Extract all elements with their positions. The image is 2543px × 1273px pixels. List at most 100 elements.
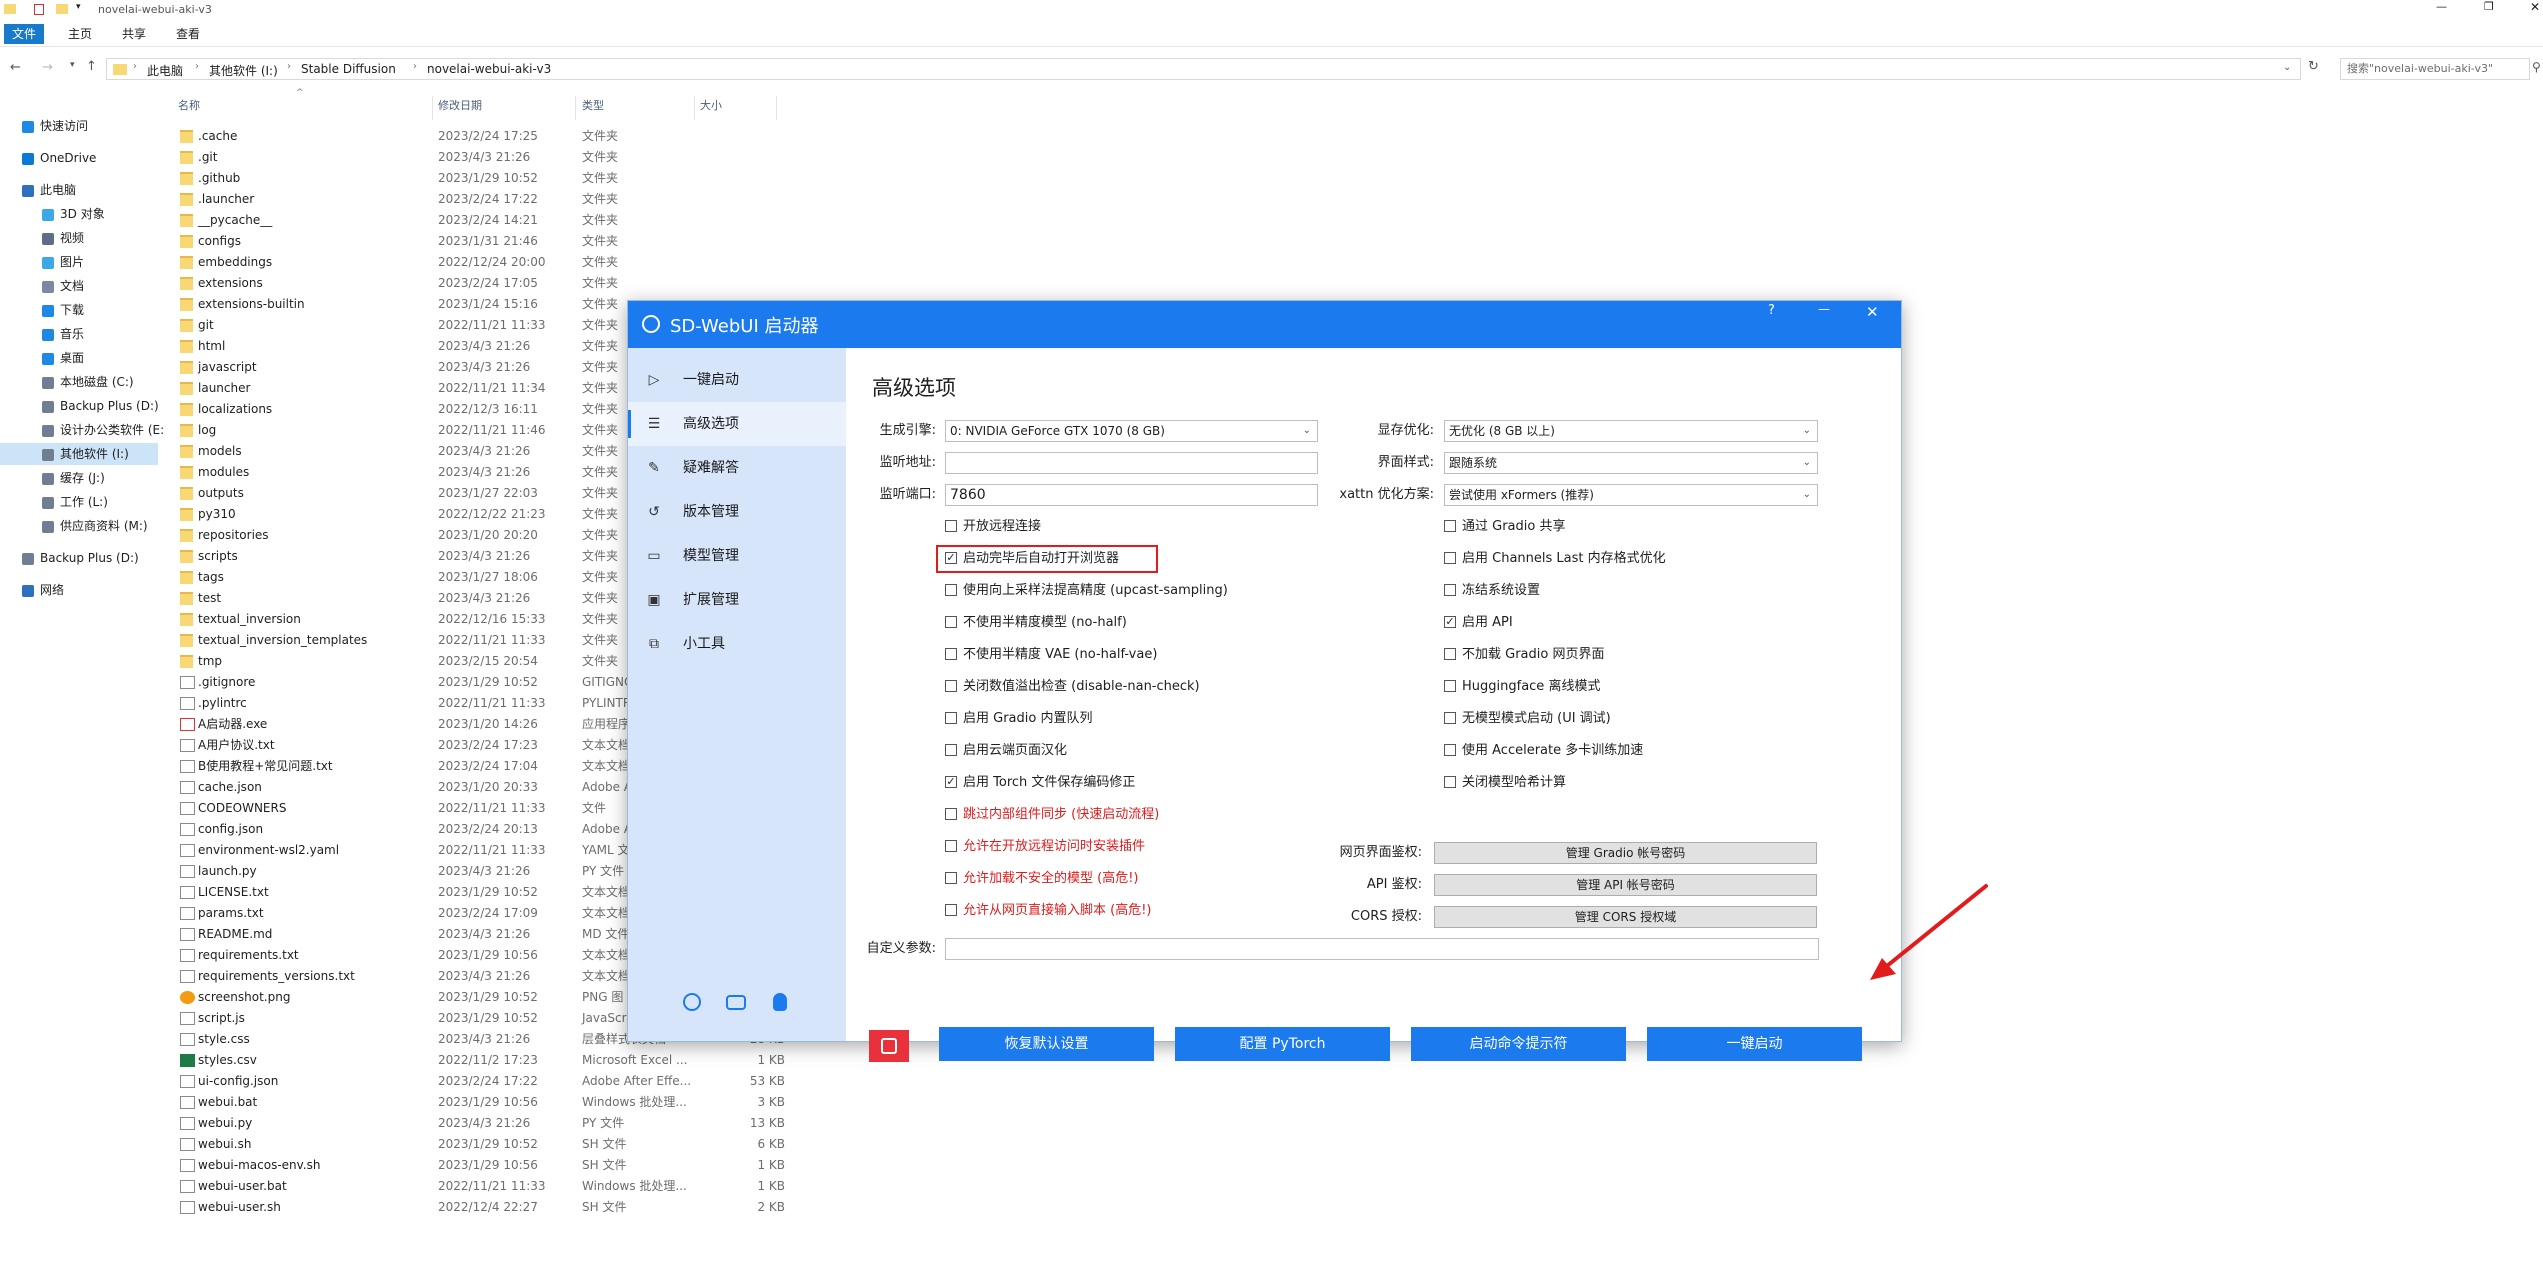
column-name[interactable]: 名称 <box>178 96 200 116</box>
sidebar-item[interactable]: ✎ 疑难解答 <box>628 446 846 490</box>
checkbox[interactable] <box>1444 679 1456 692</box>
search-input[interactable]: 搜索"novelai-webui-aki-v3" <box>2340 58 2530 80</box>
checkbox-option[interactable]: ✓ 启用 Torch 文件保存编码修正 <box>945 772 1135 794</box>
checkbox-option[interactable]: 不使用半精度 VAE (no-half-vae) <box>945 644 1157 666</box>
file-row[interactable]: webui-user.sh 2022/12/4 22:27 SH 文件 2 KB <box>170 1197 790 1218</box>
nav-item[interactable]: 下载 <box>0 299 158 321</box>
sidebar-item[interactable]: ▷ 一键启动 <box>628 358 846 402</box>
tab-file[interactable]: 文件 <box>4 24 45 44</box>
nav-item[interactable]: 快速访问 <box>0 115 158 137</box>
checkbox[interactable] <box>945 903 957 916</box>
checkbox[interactable] <box>945 583 957 596</box>
checkbox[interactable] <box>1444 743 1456 756</box>
file-row[interactable]: .git 2023/4/3 21:26 文件夹 <box>170 147 790 168</box>
file-row[interactable]: embeddings 2022/12/24 20:00 文件夹 <box>170 252 790 273</box>
file-row[interactable]: .launcher 2023/2/24 17:22 文件夹 <box>170 189 790 210</box>
file-row[interactable]: webui.sh 2023/1/29 10:52 SH 文件 6 KB <box>170 1134 790 1155</box>
file-row[interactable]: .cache 2023/2/24 17:25 文件夹 <box>170 126 790 147</box>
checkbox[interactable] <box>945 743 957 756</box>
checkbox-option[interactable]: 使用向上采样法提高精度 (upcast-sampling) <box>945 580 1228 602</box>
sidebar-item[interactable]: ▣ 扩展管理 <box>628 578 846 622</box>
checkbox[interactable] <box>1444 519 1456 532</box>
refresh-icon[interactable]: ↻ <box>2308 59 2319 74</box>
reset-defaults-button[interactable]: 恢复默认设置 <box>939 1027 1154 1061</box>
column-divider[interactable] <box>776 96 777 120</box>
minimize-button[interactable]: — <box>1818 302 1830 316</box>
address-bar[interactable]: › 此电脑 › 其他软件 (I:) › Stable Diffusion › n… <box>106 58 2301 80</box>
checkbox-option[interactable]: 启用 Channels Last 内存格式优化 <box>1444 548 1666 570</box>
manage-api-auth-button[interactable]: 管理 API 帐号密码 <box>1434 874 1817 896</box>
maximize-icon[interactable]: ❐ <box>2484 0 2494 13</box>
file-row[interactable]: .github 2023/1/29 10:52 文件夹 <box>170 168 790 189</box>
engine-select[interactable]: 0: NVIDIA GeForce GTX 1070 (8 GB) ⌄ <box>945 420 1318 442</box>
checkbox[interactable] <box>1444 647 1456 660</box>
checkbox-option[interactable]: 启用云端页面汉化 <box>945 740 1067 762</box>
file-row[interactable]: configs 2023/1/31 21:46 文件夹 <box>170 231 790 252</box>
column-date[interactable]: 修改日期 <box>438 96 482 116</box>
checkbox[interactable] <box>945 871 957 884</box>
recent-locations-icon[interactable]: ▾ <box>70 60 75 70</box>
checkbox-option[interactable]: 冻结系统设置 <box>1444 580 1540 602</box>
nav-item[interactable]: 文档 <box>0 275 158 297</box>
checkbox-option[interactable]: ✓ 启用 API <box>1444 612 1513 634</box>
column-size[interactable]: 大小 <box>700 96 722 116</box>
sidebar-item[interactable]: ☰ 高级选项 <box>628 402 846 446</box>
tab-share[interactable]: 共享 <box>114 24 154 44</box>
nav-item[interactable]: 音乐 <box>0 323 158 345</box>
checkbox[interactable] <box>945 615 957 628</box>
file-row[interactable]: webui.py 2023/4/3 21:26 PY 文件 13 KB <box>170 1113 790 1134</box>
nav-item[interactable]: 3D 对象 <box>0 203 158 225</box>
tab-view[interactable]: 查看 <box>168 24 208 44</box>
checkbox[interactable]: ✓ <box>1444 615 1456 628</box>
nav-item[interactable]: 此电脑 <box>0 179 158 201</box>
checkbox-option[interactable]: 允许在开放远程访问时安装插件 <box>945 836 1145 858</box>
nav-item[interactable]: 图片 <box>0 251 158 273</box>
manage-cors-button[interactable]: 管理 CORS 授权域 <box>1434 906 1817 928</box>
checkbox-option[interactable]: 通过 Gradio 共享 <box>1444 516 1565 538</box>
back-icon[interactable]: ← <box>10 60 21 75</box>
one-click-launch-button[interactable]: 一键启动 <box>1647 1027 1862 1061</box>
nav-item[interactable]: Backup Plus (D:) <box>0 395 159 417</box>
forward-icon[interactable]: → <box>42 60 53 75</box>
close-button[interactable]: ✕ <box>1866 303 1879 321</box>
sidebar-item[interactable]: ⧉ 小工具 <box>628 622 846 666</box>
port-input[interactable]: 7860 <box>945 484 1318 506</box>
nav-item[interactable]: 缓存 (J:) <box>0 467 158 489</box>
checkbox[interactable] <box>945 839 957 852</box>
checkbox[interactable] <box>1444 583 1456 596</box>
close-icon[interactable]: ✕ <box>2530 0 2540 14</box>
customize-toolbar-icon[interactable]: ▾ <box>76 2 81 12</box>
checkbox[interactable] <box>945 679 957 692</box>
checkbox-option[interactable]: 不使用半精度模型 (no-half) <box>945 612 1127 634</box>
nav-item[interactable]: 设计办公类软件 (E: <box>0 419 164 441</box>
checkbox-option[interactable]: 跳过内部组件同步 (快速启动流程) <box>945 804 1159 826</box>
properties-icon[interactable] <box>34 4 44 15</box>
checkbox[interactable]: ✓ <box>945 775 957 788</box>
checkbox[interactable] <box>945 711 957 724</box>
danger-action-button[interactable] <box>869 1030 909 1062</box>
breadcrumb-drive[interactable]: 其他软件 (I:) <box>209 62 278 79</box>
globe-icon[interactable] <box>683 993 701 1011</box>
manage-gradio-auth-button[interactable]: 管理 Gradio 帐号密码 <box>1434 842 1817 864</box>
minimize-icon[interactable]: — <box>2436 0 2447 13</box>
checkbox[interactable] <box>1444 711 1456 724</box>
file-row[interactable]: webui.bat 2023/1/29 10:56 Windows 批处理... 3 … <box>170 1092 790 1113</box>
up-icon[interactable]: ↑ <box>86 59 97 74</box>
nav-item[interactable]: OneDrive <box>0 147 158 169</box>
checkbox[interactable] <box>1444 775 1456 788</box>
bilibili-icon[interactable] <box>726 995 746 1010</box>
vram-select[interactable]: 无优化 (8 GB 以上) ⌄ <box>1444 420 1818 442</box>
nav-item[interactable]: 桌面 <box>0 347 158 369</box>
checkbox[interactable] <box>1444 551 1456 564</box>
checkbox-option[interactable]: 允许加载不安全的模型 (高危!) <box>945 868 1139 890</box>
help-button[interactable]: ? <box>1768 303 1775 318</box>
theme-select[interactable]: 跟随系统 ⌄ <box>1444 452 1818 474</box>
file-row[interactable]: __pycache__ 2023/2/24 14:21 文件夹 <box>170 210 790 231</box>
xattn-select[interactable]: 尝试使用 xFormers (推荐) ⌄ <box>1444 484 1818 506</box>
command-prompt-button[interactable]: 启动命令提示符 <box>1411 1027 1626 1061</box>
nav-item[interactable]: 网络 <box>0 579 158 601</box>
sidebar-item[interactable]: ↺ 版本管理 <box>628 490 846 534</box>
nav-item[interactable]: 视频 <box>0 227 158 249</box>
new-folder-icon[interactable] <box>56 4 68 14</box>
qq-icon[interactable] <box>773 993 787 1011</box>
